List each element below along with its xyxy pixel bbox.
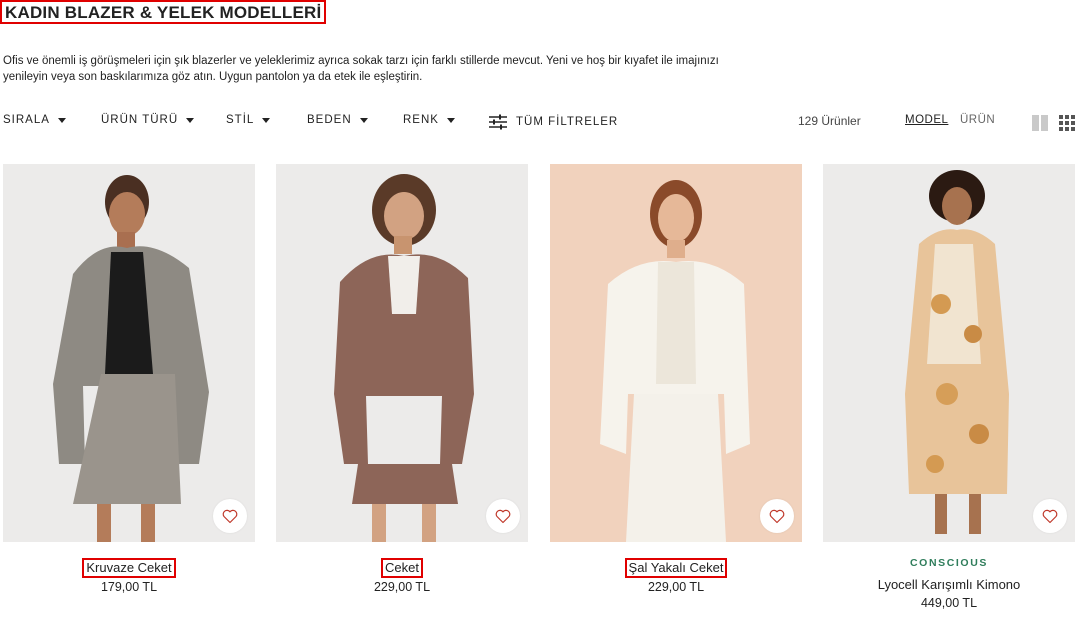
product-image[interactable] bbox=[550, 164, 802, 542]
product-image[interactable] bbox=[276, 164, 528, 542]
model-photo bbox=[334, 174, 474, 542]
product-info: Lyocell Karışımlı Kimono 449,00 TL bbox=[823, 576, 1075, 611]
heart-icon bbox=[1042, 509, 1058, 523]
product-name[interactable]: Lyocell Karışımlı Kimono bbox=[876, 577, 1023, 593]
caret-down-icon bbox=[57, 117, 66, 123]
style-dropdown[interactable]: STİL bbox=[226, 114, 271, 126]
product-price: 229,00 TL bbox=[373, 580, 431, 594]
product-image[interactable] bbox=[823, 164, 1075, 542]
view-product-toggle[interactable]: ÜRÜN bbox=[960, 114, 995, 126]
caret-down-icon bbox=[262, 117, 271, 123]
product-image[interactable] bbox=[3, 164, 255, 542]
all-filters-button[interactable]: TÜM FİLTRELER bbox=[489, 114, 618, 130]
model-photo bbox=[905, 170, 1009, 534]
product-price: 229,00 TL bbox=[647, 580, 705, 594]
filter-bar: SIRALA ÜRÜN TÜRÜ STİL BEDEN RENK TÜM FİL… bbox=[3, 114, 1075, 131]
product-card: CONSCIOUS Lyocell Karışımlı Kimono 449,0… bbox=[823, 164, 1075, 610]
style-label: STİL bbox=[226, 114, 255, 126]
size-label: BEDEN bbox=[307, 114, 352, 126]
sort-dropdown[interactable]: SIRALA bbox=[3, 114, 66, 126]
product-card: Ceket 229,00 TL bbox=[276, 164, 528, 594]
favorite-button[interactable] bbox=[760, 499, 794, 533]
product-name[interactable]: Şal Yakalı Ceket bbox=[624, 558, 728, 578]
product-card: Kruvaze Ceket 179,00 TL bbox=[3, 164, 255, 594]
page-title: KADIN BLAZER & YELEK MODELLERİ bbox=[0, 0, 327, 24]
color-label: RENK bbox=[403, 114, 439, 126]
view-model-toggle[interactable]: MODEL bbox=[905, 114, 948, 126]
intro-line: Ofis ve önemli iş görüşmeleri için şık b… bbox=[3, 55, 719, 67]
product-price: 179,00 TL bbox=[100, 580, 158, 594]
product-info: Şal Yakalı Ceket 229,00 TL bbox=[550, 558, 802, 595]
sliders-icon bbox=[489, 114, 507, 130]
product-type-label: ÜRÜN TÜRÜ bbox=[101, 114, 179, 126]
product-name[interactable]: Kruvaze Ceket bbox=[82, 558, 176, 578]
conscious-badge: CONSCIOUS bbox=[910, 557, 988, 569]
heart-icon bbox=[769, 509, 785, 523]
product-price: 449,00 TL bbox=[920, 596, 978, 610]
size-dropdown[interactable]: BEDEN bbox=[307, 114, 368, 126]
caret-down-icon bbox=[186, 117, 195, 123]
favorite-button[interactable] bbox=[486, 499, 520, 533]
heart-icon bbox=[222, 509, 238, 523]
results-count: 129 Ürünler bbox=[798, 114, 861, 128]
product-type-dropdown[interactable]: ÜRÜN TÜRÜ bbox=[101, 114, 195, 126]
category-intro: Ofis ve önemli iş görüşmeleri için şık b… bbox=[3, 53, 763, 85]
intro-line: yenileyin veya son baskılarımıza göz atı… bbox=[3, 71, 423, 83]
product-name[interactable]: Ceket bbox=[381, 558, 423, 578]
two-column-grid-icon[interactable] bbox=[1032, 115, 1048, 131]
model-photo bbox=[53, 175, 209, 542]
product-info: Ceket 229,00 TL bbox=[276, 558, 528, 595]
all-filters-label: TÜM FİLTRELER bbox=[516, 116, 619, 128]
product-info: Kruvaze Ceket 179,00 TL bbox=[3, 558, 255, 595]
caret-down-icon bbox=[446, 117, 455, 123]
favorite-button[interactable] bbox=[213, 499, 247, 533]
caret-down-icon bbox=[359, 117, 368, 123]
product-card: Şal Yakalı Ceket 229,00 TL bbox=[550, 164, 802, 594]
sort-label: SIRALA bbox=[3, 114, 50, 126]
heart-icon bbox=[495, 509, 511, 523]
color-dropdown[interactable]: RENK bbox=[403, 114, 455, 126]
multi-column-grid-icon[interactable] bbox=[1059, 115, 1075, 131]
favorite-button[interactable] bbox=[1033, 499, 1067, 533]
model-photo bbox=[600, 180, 750, 542]
